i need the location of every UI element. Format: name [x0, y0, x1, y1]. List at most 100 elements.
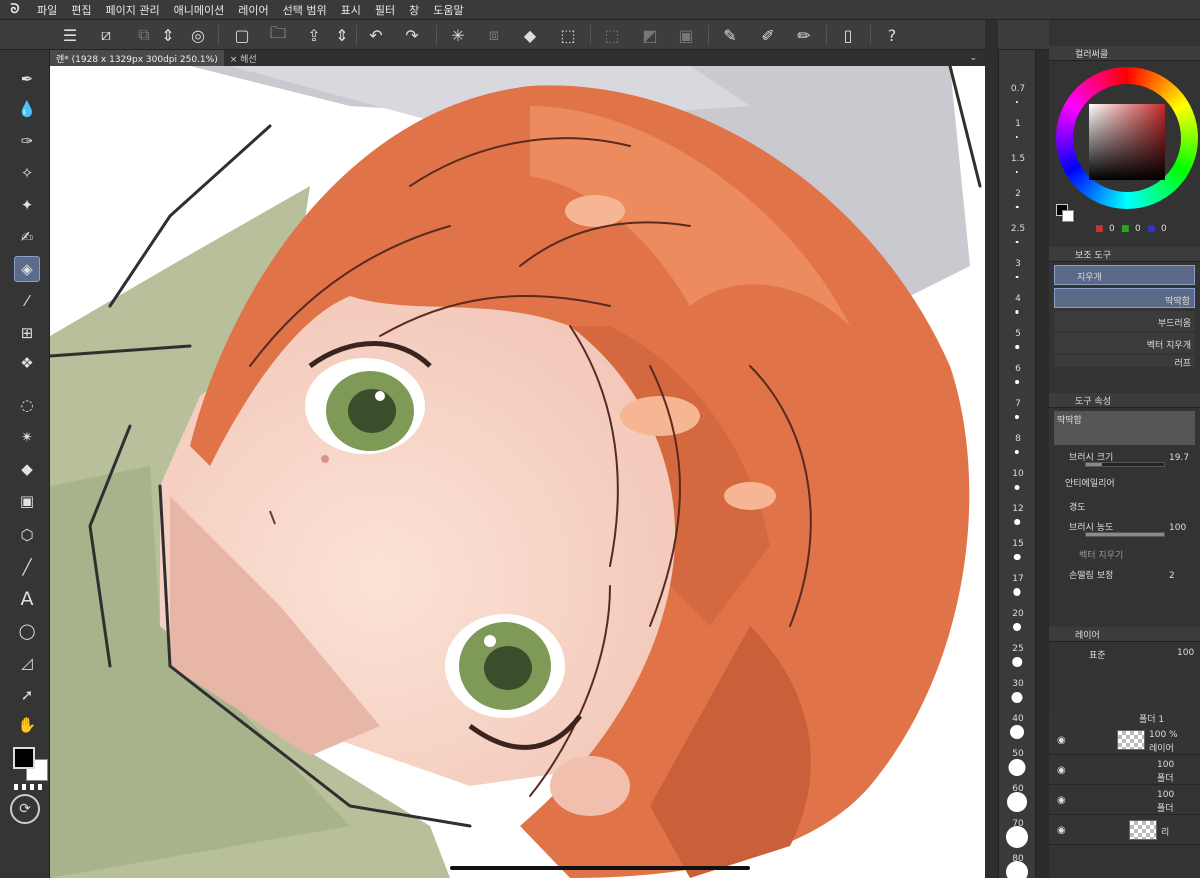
- magic-wand-tool-icon[interactable]: ✴: [14, 424, 40, 450]
- eye-icon[interactable]: ◉: [1057, 735, 1066, 746]
- saturation-square[interactable]: [1089, 104, 1165, 180]
- menu-selection[interactable]: 선택 범위: [276, 2, 334, 18]
- brush-size-2[interactable]: 2: [999, 189, 1037, 199]
- brush-size-5[interactable]: 5: [999, 329, 1037, 339]
- brush-size-17[interactable]: 17: [999, 574, 1037, 584]
- brush-size-slider[interactable]: [1085, 462, 1165, 467]
- menu-filter[interactable]: 필터: [368, 2, 402, 18]
- brush-size-12[interactable]: 12: [999, 504, 1037, 514]
- text-tool-icon[interactable]: A: [14, 586, 40, 612]
- menu-help[interactable]: 도움말: [426, 2, 470, 18]
- drawing-canvas[interactable]: [50, 66, 985, 878]
- grid-tool-icon[interactable]: ⊞: [14, 320, 40, 346]
- subtool-item-rough[interactable]: 러프: [1054, 355, 1195, 369]
- menu-animation[interactable]: 애니메이션: [167, 2, 232, 18]
- chevron-down-icon[interactable]: ⌄: [969, 53, 985, 63]
- fit-icon[interactable]: ⧄: [94, 23, 118, 47]
- tab-current-canvas[interactable]: 렌* (1928 x 1329px 300dpi 250.1%): [50, 50, 224, 66]
- export-stepper-icon[interactable]: ⇕: [330, 23, 354, 47]
- brush-size-7[interactable]: 7: [999, 399, 1037, 409]
- marker-tool-icon[interactable]: ✑: [14, 128, 40, 154]
- bucket-tool-icon[interactable]: ◆: [14, 456, 40, 482]
- device-icon[interactable]: ▯: [836, 23, 860, 47]
- brush-size-8[interactable]: 8: [999, 434, 1037, 444]
- 3d-tool-icon[interactable]: ⬡: [14, 522, 40, 548]
- open-icon[interactable]: 🗀: [266, 23, 290, 47]
- line-tool-icon[interactable]: ╱: [14, 554, 40, 580]
- layer-row[interactable]: ◉ 100 폴더: [1049, 785, 1200, 815]
- bg-swatch-small[interactable]: [1062, 210, 1074, 222]
- app-logo[interactable]: ᘐ: [0, 2, 30, 17]
- ruler-icon[interactable]: ✎: [718, 23, 742, 47]
- brush-size-2.5[interactable]: 2.5: [999, 224, 1037, 234]
- inking-tool-icon[interactable]: ✍: [14, 224, 40, 250]
- select-all-icon[interactable]: ⬚: [556, 23, 580, 47]
- redo-icon[interactable]: ↷: [400, 23, 424, 47]
- brush-size-50[interactable]: 50: [999, 749, 1037, 759]
- loading-icon[interactable]: ✳: [446, 23, 470, 47]
- layer-opacity[interactable]: 100: [1177, 648, 1194, 658]
- balloon-tool-icon[interactable]: ◯: [14, 618, 40, 644]
- layer-row[interactable]: ◉ 100 폴더: [1049, 755, 1200, 785]
- lasso-tool-icon[interactable]: ◌: [14, 392, 40, 418]
- brush-size-1[interactable]: 1: [999, 119, 1037, 129]
- badge-icon[interactable]: ◎: [186, 23, 210, 47]
- undo-icon[interactable]: ↶: [364, 23, 388, 47]
- new-icon[interactable]: ▢: [230, 23, 254, 47]
- invert-icon[interactable]: ◩: [638, 23, 662, 47]
- eraser-tool-icon[interactable]: ◈: [14, 256, 40, 282]
- ruler-tool-icon[interactable]: ◿: [14, 650, 40, 676]
- line-icon[interactable]: ✏: [792, 23, 816, 47]
- blend-mode-select[interactable]: 표준: [1089, 648, 1106, 661]
- transparent-swatch[interactable]: [14, 784, 44, 790]
- menu-file[interactable]: 파일: [30, 2, 64, 18]
- brush-size-4[interactable]: 4: [999, 294, 1037, 304]
- brush-size-3[interactable]: 3: [999, 259, 1037, 269]
- eye-icon[interactable]: ◉: [1057, 765, 1066, 776]
- transform-icon[interactable]: ⧉: [132, 23, 156, 47]
- layer-row[interactable]: ◉ 리: [1049, 815, 1200, 845]
- pointer-tool-icon[interactable]: ➚: [14, 682, 40, 708]
- menu-layer[interactable]: 레이어: [231, 2, 275, 18]
- tab-other-canvas[interactable]: × 헤선: [224, 50, 263, 66]
- hand-tool-icon[interactable]: ✋: [14, 712, 40, 738]
- menu-view[interactable]: 표시: [334, 2, 368, 18]
- menu-window[interactable]: 창: [402, 2, 426, 18]
- border-icon[interactable]: ▣: [674, 23, 698, 47]
- sparkle-tool-icon[interactable]: ✦: [14, 192, 40, 218]
- blend-tool-icon[interactable]: ❖: [14, 350, 40, 376]
- subtool-group-eraser[interactable]: 지우개: [1054, 265, 1195, 285]
- foreground-color-swatch[interactable]: [13, 747, 35, 769]
- density-slider[interactable]: [1085, 532, 1165, 537]
- stepper-icon[interactable]: ⇕: [156, 23, 180, 47]
- water-tool-icon[interactable]: 💧: [14, 96, 40, 122]
- brush-size-40[interactable]: 40: [999, 714, 1037, 724]
- brush-size-20[interactable]: 20: [999, 609, 1037, 619]
- brush-size-6[interactable]: 6: [999, 364, 1037, 374]
- menu-edit[interactable]: 편집: [64, 2, 98, 18]
- layer-row[interactable]: ◉ 100 % 레이어: [1049, 725, 1200, 755]
- gradient-tool-icon[interactable]: ▣: [14, 488, 40, 514]
- help-icon[interactable]: ?: [880, 23, 904, 47]
- subtool-item-soft[interactable]: 부드러움: [1054, 311, 1195, 331]
- menu-icon[interactable]: ☰: [58, 23, 82, 47]
- brush-size-15[interactable]: 15: [999, 539, 1037, 549]
- brush-size-25[interactable]: 25: [999, 644, 1037, 654]
- brush-size-10[interactable]: 10: [999, 469, 1037, 479]
- subtool-item-hard[interactable]: 딱딱함: [1054, 288, 1195, 308]
- pen-tool-icon[interactable]: ✒: [14, 66, 40, 92]
- clear-icon[interactable]: ⧈: [482, 23, 506, 47]
- airbrush-tool-icon[interactable]: ✧: [14, 160, 40, 186]
- fill-icon[interactable]: ◆: [518, 23, 542, 47]
- panel-collapse-strip[interactable]: [985, 20, 998, 878]
- menu-page[interactable]: 페이지 관리: [99, 2, 167, 18]
- brush-icon[interactable]: ✐: [756, 23, 780, 47]
- brush-size-1.5[interactable]: 1.5: [999, 154, 1037, 164]
- eye-icon[interactable]: ◉: [1057, 825, 1066, 836]
- subtool-item-vector-eraser[interactable]: 벡터 지우개: [1054, 333, 1195, 353]
- brush-size-0.7[interactable]: 0.7: [999, 84, 1037, 94]
- eye-icon[interactable]: ◉: [1057, 795, 1066, 806]
- rotate-canvas-icon[interactable]: ⟳: [10, 794, 40, 824]
- dropper-tool-icon[interactable]: ⁄: [14, 288, 40, 314]
- brush-size-30[interactable]: 30: [999, 679, 1037, 689]
